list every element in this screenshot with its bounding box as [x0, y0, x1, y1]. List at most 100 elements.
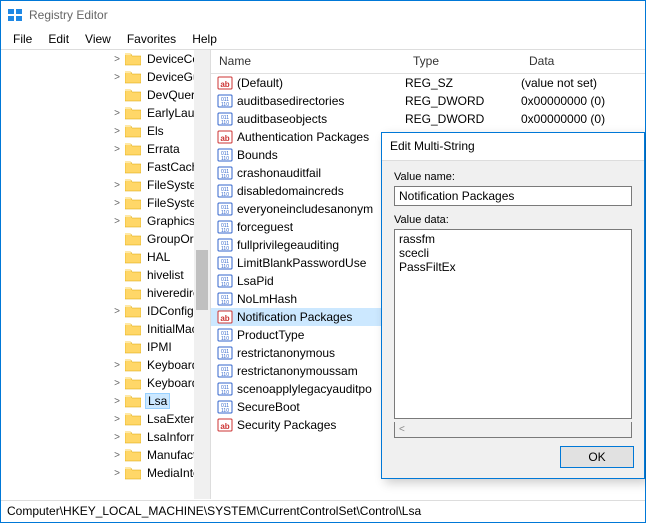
string-value-icon — [217, 129, 233, 145]
tree-item[interactable]: >Lsa — [1, 392, 198, 410]
chevron-right-icon[interactable]: > — [111, 179, 123, 191]
tree-item[interactable]: >EarlyLaun — [1, 104, 198, 122]
folder-icon — [125, 322, 141, 336]
value-name: Authentication Packages — [237, 130, 405, 144]
binary-value-icon — [217, 111, 233, 127]
tree-scrollbar[interactable] — [194, 50, 210, 499]
tree-item[interactable]: >LsaInforma — [1, 428, 198, 446]
tree-item[interactable]: >Els — [1, 122, 198, 140]
binary-value-icon — [217, 147, 233, 163]
listview-header: Name Type Data — [211, 50, 645, 74]
value-data: 0x00000000 (0) — [521, 112, 645, 126]
chevron-right-icon[interactable]: > — [111, 53, 123, 65]
tree-item[interactable]: >DeviceGua — [1, 68, 198, 86]
chevron-right-icon[interactable]: > — [111, 197, 123, 209]
binary-value-icon — [217, 201, 233, 217]
tree-item-label: IPMI — [145, 340, 174, 354]
tree-item[interactable]: >LsaExtensi — [1, 410, 198, 428]
chevron-right-icon[interactable] — [111, 269, 123, 281]
tree-item[interactable]: HAL — [1, 248, 198, 266]
column-data[interactable]: Data — [521, 50, 645, 73]
tree-item[interactable]: hiveredirec — [1, 284, 198, 302]
chevron-right-icon[interactable]: > — [111, 413, 123, 425]
list-row[interactable]: auditbasedirectoriesREG_DWORD0x00000000 … — [211, 92, 645, 110]
tree-item-label: HAL — [145, 250, 172, 264]
chevron-right-icon[interactable]: > — [111, 305, 123, 317]
chevron-right-icon[interactable] — [111, 161, 123, 173]
chevron-right-icon[interactable] — [111, 233, 123, 245]
value-type: REG_DWORD — [405, 112, 521, 126]
list-row[interactable]: (Default)REG_SZ(value not set) — [211, 74, 645, 92]
ok-button[interactable]: OK — [560, 446, 634, 468]
menu-help[interactable]: Help — [184, 30, 225, 48]
folder-icon — [125, 178, 141, 192]
tree-item[interactable]: GroupOrde — [1, 230, 198, 248]
string-value-icon — [217, 309, 233, 325]
column-type[interactable]: Type — [405, 50, 521, 73]
chevron-right-icon[interactable]: > — [111, 431, 123, 443]
binary-value-icon — [217, 327, 233, 343]
dialog-hscroll[interactable]: < — [394, 422, 632, 438]
value-data-input[interactable] — [394, 229, 632, 419]
folder-icon — [125, 466, 141, 480]
value-name: SecureBoot — [237, 400, 405, 414]
value-name: Bounds — [237, 148, 405, 162]
tree-item[interactable]: hivelist — [1, 266, 198, 284]
chevron-right-icon[interactable]: > — [111, 449, 123, 461]
menubar: File Edit View Favorites Help — [1, 29, 645, 49]
tree-item[interactable]: >FileSystem — [1, 194, 198, 212]
folder-icon — [125, 448, 141, 462]
value-name-input[interactable] — [394, 186, 632, 206]
binary-value-icon — [217, 291, 233, 307]
tree-item[interactable]: FastCache — [1, 158, 198, 176]
value-name: forceguest — [237, 220, 405, 234]
column-name[interactable]: Name — [211, 50, 405, 73]
chevron-right-icon[interactable]: > — [111, 71, 123, 83]
chevron-right-icon[interactable]: > — [111, 125, 123, 137]
value-name-label: Value name: — [394, 171, 632, 183]
tree-item[interactable]: >FileSystem — [1, 176, 198, 194]
tree-item[interactable]: >IDConfigDI — [1, 302, 198, 320]
folder-icon — [125, 214, 141, 228]
list-row[interactable]: auditbaseobjectsREG_DWORD0x00000000 (0) — [211, 110, 645, 128]
menu-edit[interactable]: Edit — [40, 30, 77, 48]
menu-view[interactable]: View — [77, 30, 119, 48]
menu-file[interactable]: File — [5, 30, 40, 48]
tree-item[interactable]: DevQuery — [1, 86, 198, 104]
binary-value-icon — [217, 93, 233, 109]
tree-item[interactable]: >Keyboard L — [1, 374, 198, 392]
chevron-right-icon[interactable]: > — [111, 359, 123, 371]
value-name: scenoapplylegacyauditpo — [237, 382, 405, 396]
chevron-right-icon[interactable] — [111, 341, 123, 353]
tree-item[interactable]: >MediaInter — [1, 464, 198, 482]
chevron-right-icon[interactable] — [111, 251, 123, 263]
chevron-right-icon[interactable]: > — [111, 107, 123, 119]
binary-value-icon — [217, 273, 233, 289]
chevron-right-icon[interactable]: > — [111, 467, 123, 479]
tree-item[interactable]: >Manufactu — [1, 446, 198, 464]
tree-item[interactable]: InitialMach — [1, 320, 198, 338]
tree-item[interactable]: >GraphicsDr — [1, 212, 198, 230]
chevron-right-icon[interactable] — [111, 89, 123, 101]
tree-panel: >DeviceCon>DeviceGuaDevQuery>EarlyLaun>E… — [1, 50, 211, 499]
value-name: NoLmHash — [237, 292, 405, 306]
chevron-right-icon[interactable]: > — [111, 395, 123, 407]
chevron-right-icon[interactable] — [111, 323, 123, 335]
chevron-right-icon[interactable] — [111, 287, 123, 299]
binary-value-icon — [217, 399, 233, 415]
chevron-right-icon[interactable]: > — [111, 143, 123, 155]
folder-icon — [125, 52, 141, 66]
chevron-right-icon[interactable]: > — [111, 377, 123, 389]
tree-item[interactable]: IPMI — [1, 338, 198, 356]
folder-icon — [125, 304, 141, 318]
folder-icon — [125, 196, 141, 210]
value-data: (value not set) — [521, 76, 645, 90]
tree-item[interactable]: >Errata — [1, 140, 198, 158]
value-name: everyoneincludesanonym — [237, 202, 405, 216]
menu-favorites[interactable]: Favorites — [119, 30, 184, 48]
tree-item[interactable]: >DeviceCon — [1, 50, 198, 68]
tree-item[interactable]: >Keyboard L — [1, 356, 198, 374]
status-path: Computer\HKEY_LOCAL_MACHINE\SYSTEM\Curre… — [7, 504, 421, 518]
chevron-right-icon[interactable]: > — [111, 215, 123, 227]
value-name: LimitBlankPasswordUse — [237, 256, 405, 270]
